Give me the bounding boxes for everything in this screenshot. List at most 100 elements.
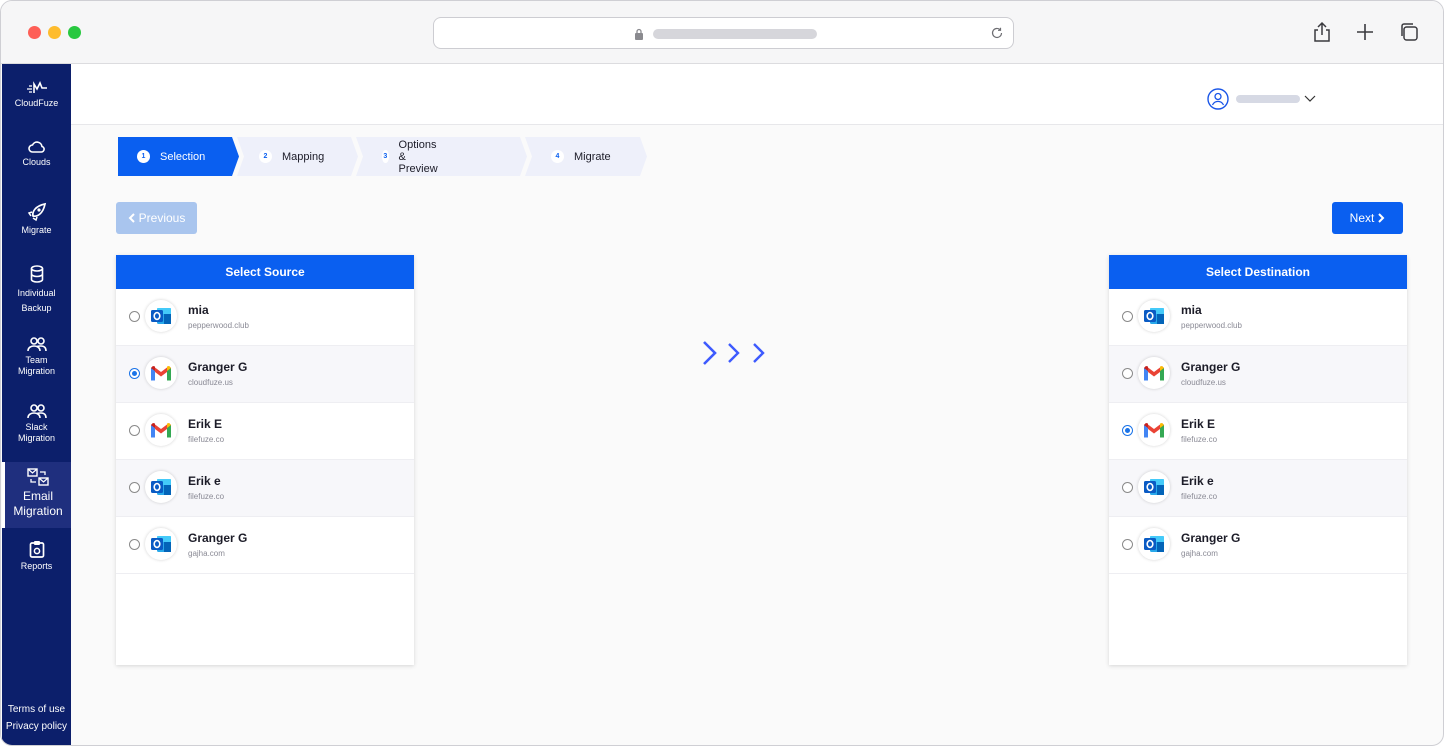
destination-radio[interactable] <box>1122 311 1133 322</box>
sidebar-item-team-migration[interactable]: Team Migration <box>2 336 71 377</box>
destination-radio[interactable] <box>1122 425 1133 436</box>
privacy-policy-link[interactable]: Privacy policy <box>2 719 71 735</box>
next-label: Next <box>1349 211 1375 225</box>
new-tab-icon[interactable] <box>1352 19 1378 45</box>
sidebar: CloudFuze Clouds Migrate Individual Back… <box>2 64 71 745</box>
provider-logo <box>145 357 177 389</box>
share-icon[interactable] <box>1309 19 1335 45</box>
step-options-preview[interactable]: 3 Options & Preview <box>382 137 444 176</box>
brand-label: CloudFuze <box>14 98 59 108</box>
sidebar-item-label: Reports <box>20 561 53 571</box>
sidebar-item-individual-backup[interactable]: Individual Backup <box>2 265 71 316</box>
sidebar-item-label: Team Migration <box>17 355 55 376</box>
outlook-icon <box>151 308 171 324</box>
chevron-right-icon <box>1378 213 1385 223</box>
source-radio[interactable] <box>129 539 140 550</box>
minimize-window-button[interactable] <box>48 26 61 39</box>
provider-logo <box>1138 357 1170 389</box>
address-bar[interactable] <box>433 17 1014 49</box>
users-icon <box>26 404 47 419</box>
destination-radio[interactable] <box>1122 539 1133 550</box>
sidebar-item-slack-migration[interactable]: Slack Migration <box>2 403 71 444</box>
source-panel: Select Source mia pepperwood.club Granger … <box>116 255 414 665</box>
account-row[interactable]: Erik E filefuze.co <box>1109 403 1407 460</box>
source-radio[interactable] <box>129 311 140 322</box>
gmail-icon <box>1144 365 1164 380</box>
database-icon <box>30 265 43 283</box>
terms-of-use-link[interactable]: Terms of use <box>2 702 71 718</box>
chevron-left-icon <box>128 213 135 223</box>
account-name: Granger G <box>1181 531 1241 545</box>
sidebar-brand[interactable]: CloudFuze <box>2 81 71 109</box>
account-row[interactable]: Erik e filefuze.co <box>1109 460 1407 517</box>
provider-logo <box>145 528 177 560</box>
account-row[interactable]: Granger G cloudfuze.us <box>1109 346 1407 403</box>
source-radio[interactable] <box>129 482 140 493</box>
source-account-list: mia pepperwood.club Granger G cloudfuze.us E… <box>116 289 414 574</box>
sidebar-item-reports[interactable]: Reports <box>2 540 71 572</box>
account-row[interactable]: mia pepperwood.club <box>116 289 414 346</box>
cloudfuze-logo-icon <box>26 81 47 93</box>
step-mapping[interactable]: 2 Mapping <box>259 137 324 176</box>
account-row[interactable]: Granger G gajha.com <box>1109 517 1407 574</box>
account-domain: cloudfuze.us <box>188 378 233 387</box>
account-domain: pepperwood.club <box>188 321 249 330</box>
account-row[interactable]: Erik E filefuze.co <box>116 403 414 460</box>
next-button[interactable]: Next <box>1332 202 1403 234</box>
tab-overview-icon[interactable] <box>1396 19 1422 45</box>
user-avatar-icon <box>1207 88 1229 110</box>
account-domain: cloudfuze.us <box>1181 378 1226 387</box>
sidebar-item-label: Email Migration <box>13 489 63 518</box>
lock-icon <box>635 28 643 40</box>
account-name: Granger G <box>188 531 248 545</box>
gmail-icon <box>151 422 171 437</box>
close-window-button[interactable] <box>28 26 41 39</box>
account-domain: filefuze.co <box>188 492 225 501</box>
user-menu[interactable] <box>1207 88 1316 110</box>
destination-radio[interactable] <box>1122 482 1133 493</box>
step-label: Migrate <box>574 150 611 163</box>
outlook-icon <box>1144 536 1164 552</box>
outlook-icon <box>151 536 171 552</box>
gmail-icon <box>151 365 171 380</box>
sidebar-item-clouds[interactable]: Clouds <box>2 140 71 168</box>
chevron-down-icon <box>1304 95 1316 102</box>
step-migrate[interactable]: 4 Migrate <box>551 137 611 176</box>
destination-panel-title: Select Destination <box>1109 255 1407 289</box>
clipboard-icon <box>29 541 44 558</box>
account-name: Erik e <box>1181 474 1214 488</box>
step-label: Mapping <box>282 150 325 163</box>
provider-logo <box>145 300 177 332</box>
account-domain: pepperwood.club <box>1181 321 1242 330</box>
account-row[interactable]: Granger G gajha.com <box>116 517 414 574</box>
step-number: 1 <box>137 150 150 163</box>
reload-icon[interactable] <box>989 25 1005 41</box>
previous-button[interactable]: Previous <box>116 202 197 234</box>
account-domain: gajha.com <box>1181 549 1218 558</box>
account-row[interactable]: Erik e filefuze.co <box>116 460 414 517</box>
destination-panel: Select Destination mia pepperwood.club Gra… <box>1109 255 1407 665</box>
source-radio[interactable] <box>129 425 140 436</box>
sidebar-item-migrate[interactable]: Migrate <box>2 202 71 236</box>
provider-logo <box>1138 528 1170 560</box>
zoom-window-button[interactable] <box>68 26 81 39</box>
step-label: Options & Preview <box>398 138 438 175</box>
source-radio[interactable] <box>129 368 140 379</box>
step-selection[interactable]: 1 Selection <box>137 137 205 176</box>
step-label: Selection <box>160 150 206 163</box>
destination-radio[interactable] <box>1122 368 1133 379</box>
step-number: 2 <box>259 150 272 163</box>
account-domain: filefuze.co <box>188 435 225 444</box>
account-row[interactable]: mia pepperwood.club <box>1109 289 1407 346</box>
sidebar-item-email-migration[interactable]: Email Migration <box>2 462 71 528</box>
account-domain: filefuze.co <box>1181 492 1218 501</box>
account-name: Erik e <box>188 474 221 488</box>
provider-logo <box>145 414 177 446</box>
email-swap-icon <box>27 468 49 486</box>
provider-logo <box>1138 414 1170 446</box>
provider-logo <box>145 471 177 503</box>
provider-logo <box>1138 300 1170 332</box>
rocket-icon <box>27 202 46 222</box>
account-row[interactable]: Granger G cloudfuze.us <box>116 346 414 403</box>
step-number: 4 <box>551 150 564 163</box>
